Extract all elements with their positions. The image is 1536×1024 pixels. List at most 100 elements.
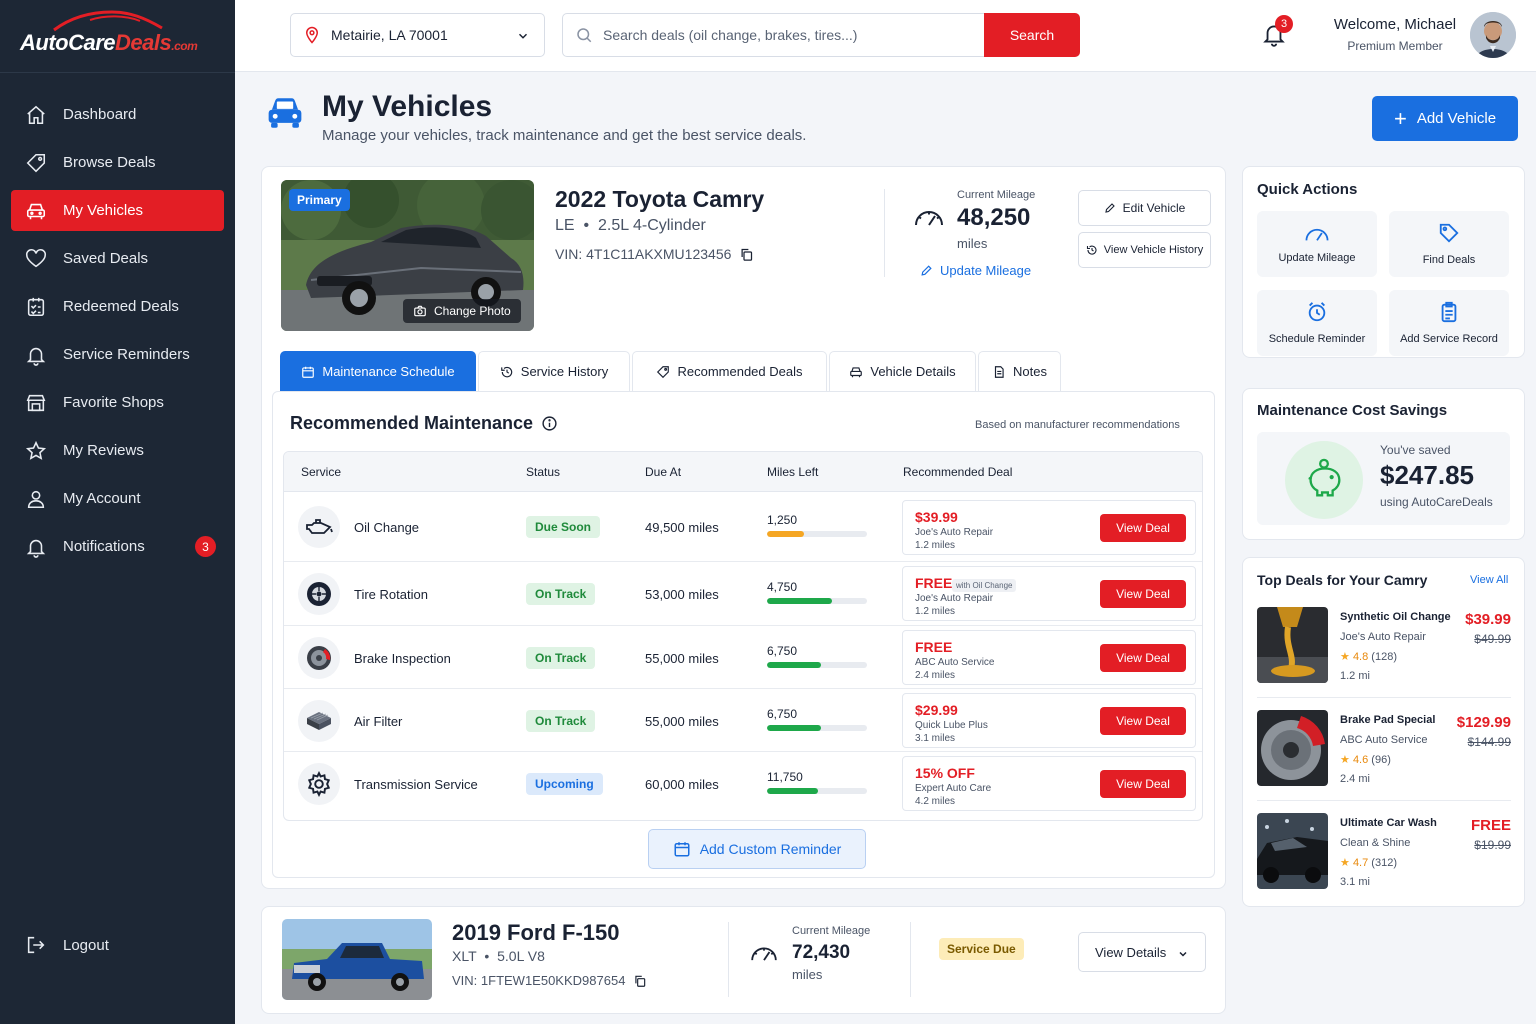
search-button[interactable]: Search: [984, 13, 1080, 57]
welcome-text: Welcome, Michael: [1333, 16, 1457, 33]
view-details-button[interactable]: View Details: [1078, 932, 1206, 972]
status-badge: On Track: [526, 583, 596, 605]
copy-icon[interactable]: [739, 247, 754, 262]
divider: [728, 922, 729, 997]
sidebar-item-my-reviews[interactable]: My Reviews: [11, 430, 224, 471]
vehicle-vin: VIN: 1FTEW1E50KKD987654: [452, 973, 647, 988]
avatar[interactable]: [1470, 12, 1516, 58]
sidebar-item-favorite-shops[interactable]: Favorite Shops: [11, 382, 224, 423]
deal-price: 15% OFF: [915, 765, 975, 781]
mileage-label: Current Mileage: [957, 189, 1036, 201]
add-vehicle-button[interactable]: + Add Vehicle: [1372, 96, 1518, 141]
progress-bar: [767, 725, 867, 731]
oil-can-icon: [298, 506, 340, 548]
change-photo-button[interactable]: Change Photo: [403, 299, 521, 323]
search-input[interactable]: [603, 27, 963, 43]
rating-value: 4.8: [1352, 651, 1369, 663]
quick-action-update-mileage[interactable]: Update Mileage: [1257, 211, 1377, 277]
sidebar-item-label: My Account: [63, 490, 141, 507]
update-mileage-link[interactable]: Update Mileage: [920, 263, 1031, 278]
chevron-down-icon: [1179, 951, 1187, 957]
view-vehicle-history-button[interactable]: View Vehicle History: [1078, 232, 1211, 268]
quick-action-schedule-reminder[interactable]: Schedule Reminder: [1257, 290, 1377, 356]
heart-icon: [25, 248, 47, 270]
maintenance-table: Service Status Due At Miles Left Recomme…: [283, 451, 1203, 821]
vehicle-spec: XLT • 5.0L V8: [452, 948, 545, 964]
column-header: Due At: [645, 465, 682, 479]
add-custom-reminder-button[interactable]: Add Custom Reminder: [648, 829, 866, 869]
sidebar-item-dashboard[interactable]: Dashboard: [11, 94, 224, 135]
deal-shop: ABC Auto Service: [1340, 734, 1428, 746]
view-all-link[interactable]: View All: [1470, 574, 1508, 586]
deal-shop: Joe's Auto Repair: [915, 593, 994, 604]
view-deal-button[interactable]: View Deal: [1100, 770, 1186, 798]
deal-shop: Expert Auto Care: [915, 783, 992, 794]
view-deal-button[interactable]: View Deal: [1100, 514, 1186, 542]
sidebar-item-redeemed-deals[interactable]: Redeemed Deals: [11, 286, 224, 327]
tab-label: Service History: [520, 364, 609, 379]
tab-maintenance-schedule[interactable]: Maintenance Schedule: [280, 351, 476, 391]
gear-icon: [298, 763, 340, 805]
document-icon: [994, 365, 1004, 378]
deal-original-price: $49.99: [1474, 632, 1511, 646]
sidebar-item-saved-deals[interactable]: Saved Deals: [11, 238, 224, 279]
copy-icon[interactable]: [633, 974, 647, 988]
vehicle-photo: [282, 919, 432, 1000]
quick-action-add-service-record[interactable]: Add Service Record: [1389, 290, 1509, 356]
star-icon: ★: [1340, 857, 1350, 869]
view-deal-button[interactable]: View Deal: [1100, 707, 1186, 735]
sidebar-item-service-reminders[interactable]: Service Reminders: [11, 334, 224, 375]
column-header: Miles Left: [767, 465, 819, 479]
sidebar-item-my-vehicles[interactable]: My Vehicles: [11, 190, 224, 231]
car-icon: [25, 200, 47, 222]
tab-notes[interactable]: Notes: [978, 351, 1061, 391]
tab-label: Recommended Deals: [677, 364, 803, 379]
due-at: 60,000 miles: [645, 777, 719, 792]
view-deal-button[interactable]: View Deal: [1100, 644, 1186, 672]
deal-card[interactable]: Brake Pad Special ABC Auto Service ★ 4.6…: [1257, 710, 1511, 788]
deal-price: FREE: [1470, 817, 1511, 834]
quick-action-find-deals[interactable]: Find Deals: [1389, 211, 1509, 277]
location-value: Metairie, LA 70001: [331, 27, 448, 43]
tag-icon: [657, 365, 670, 378]
tab-recommended-deals[interactable]: Recommended Deals: [632, 351, 827, 391]
sidebar-item-browse-deals[interactable]: Browse Deals: [11, 142, 224, 183]
deal-card[interactable]: Synthetic Oil Change Joe's Auto Repair ★…: [1257, 607, 1511, 685]
deal-original-price: $144.99: [1467, 735, 1511, 749]
maintenance-title: Recommended Maintenance: [290, 413, 558, 434]
sidebar-item-label: My Vehicles: [63, 202, 144, 219]
service-name: Air Filter: [354, 714, 403, 729]
table-header: Service Status Due At Miles Left Recomme…: [284, 452, 1202, 492]
view-deal-button[interactable]: View Deal: [1100, 580, 1186, 608]
checklist-icon: [25, 296, 47, 318]
recommended-deal: FREE ABC Auto Service 2.4 miles View Dea…: [902, 630, 1196, 685]
deal-rating: ★ 4.8 (128): [1340, 650, 1397, 663]
column-header: Recommended Deal: [903, 465, 1013, 479]
location-selector[interactable]: Metairie, LA 70001: [290, 13, 545, 57]
vehicle-vin: VIN: 4T1C11AKXMU123456: [555, 246, 754, 262]
deal-distance: 1.2 miles: [915, 540, 956, 551]
sidebar-item-my-account[interactable]: My Account: [11, 478, 224, 519]
sidebar-divider: [0, 72, 235, 73]
deal-distance: 2.4 mi: [1340, 773, 1370, 785]
tab-service-history[interactable]: Service History: [478, 351, 630, 391]
view-history-label: View Vehicle History: [1103, 244, 1204, 256]
info-icon[interactable]: [541, 415, 558, 432]
vin-text: VIN: 1FTEW1E50KKD987654: [452, 973, 626, 988]
due-at: 55,000 miles: [645, 651, 719, 666]
sidebar-item-label: Service Reminders: [63, 346, 190, 363]
sidebar-item-label: Saved Deals: [63, 250, 149, 267]
shop-icon: [25, 392, 47, 414]
history-icon: [1086, 245, 1097, 255]
tab-vehicle-details[interactable]: Vehicle Details: [829, 351, 976, 391]
sidebar-item-notifications[interactable]: Notifications 3: [11, 526, 224, 567]
deal-distance: 1.2 mi: [1340, 670, 1370, 682]
progress-fill: [767, 662, 821, 668]
mileage-unit: miles: [792, 967, 823, 982]
sidebar-item-label: Redeemed Deals: [63, 298, 179, 315]
deal-card[interactable]: Ultimate Car Wash Clean & Shine ★ 4.7 (3…: [1257, 813, 1511, 891]
logout-button[interactable]: Logout: [25, 934, 109, 956]
logo[interactable]: AutoCareDeals.com: [20, 10, 220, 62]
edit-vehicle-button[interactable]: Edit Vehicle: [1078, 190, 1211, 226]
tag-icon: [25, 152, 47, 174]
